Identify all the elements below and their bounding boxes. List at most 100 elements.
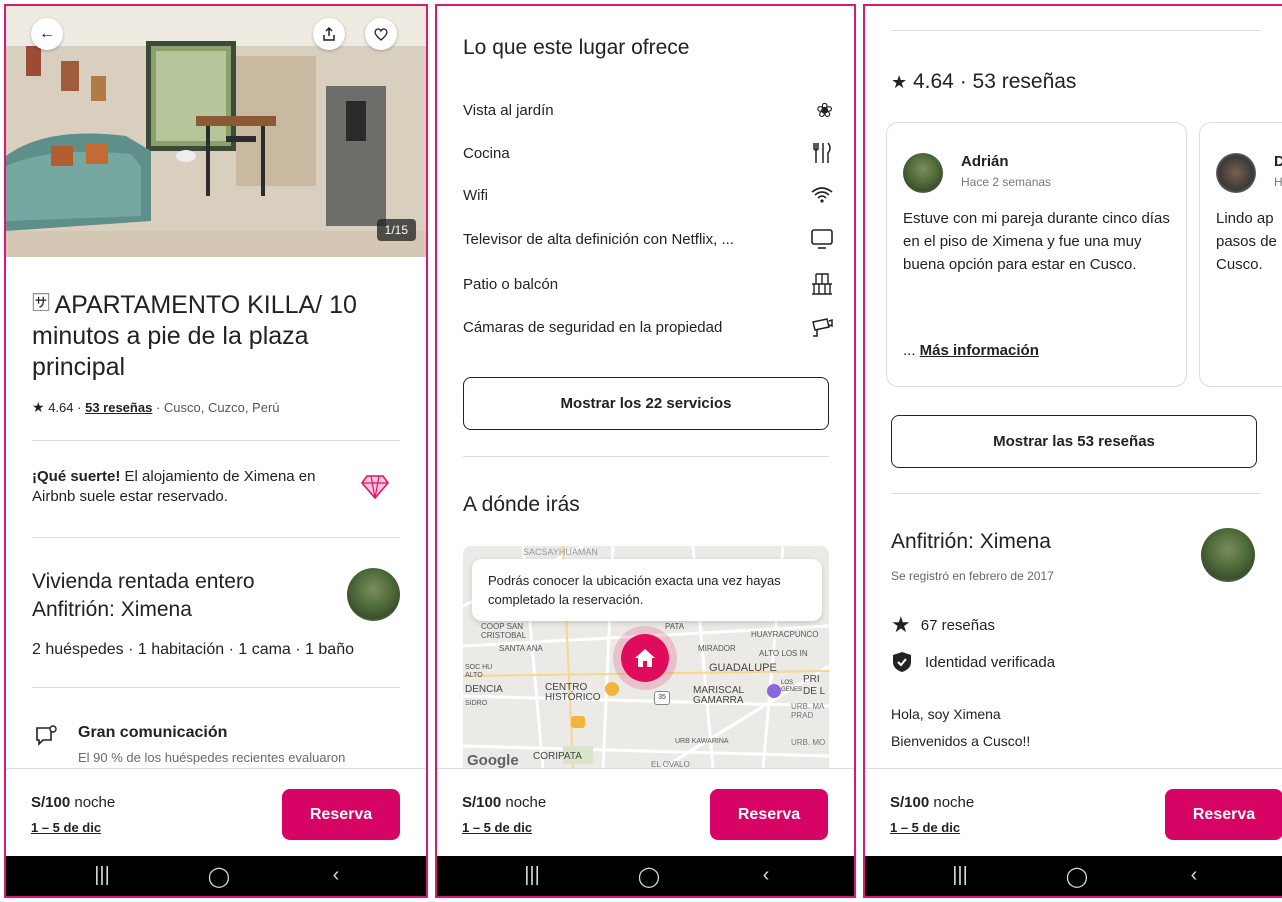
- map-label: SOC HU ALTO: [465, 664, 493, 679]
- dates-link[interactable]: 1 – 5 de dic: [31, 820, 101, 835]
- host-title: Anfitrión: Ximena: [891, 530, 1051, 553]
- map-label: MARISCAL GAMARRA: [693, 685, 744, 706]
- amenity-item: Cocina: [463, 142, 833, 164]
- price-amount: S/100: [462, 794, 502, 811]
- house-icon: [635, 649, 655, 667]
- home-pin[interactable]: [621, 634, 669, 682]
- home-icon[interactable]: ◯: [1062, 864, 1092, 889]
- divider: [891, 493, 1261, 494]
- security-camera-icon: [812, 318, 833, 337]
- location-map[interactable]: SACSAYHUAMAN COOP SAN CRISTOBAL SANTA AN…: [463, 546, 829, 768]
- host-greeting: Hola, soy Ximena: [891, 706, 1001, 722]
- map-poi-icon: [767, 684, 781, 698]
- reviews-host-screen: ★ 4.64 · 53 reseñas Adrián Hace 2 semana…: [863, 4, 1282, 898]
- host-name: Anfitrión: Ximena: [32, 598, 192, 621]
- host-avatar[interactable]: [347, 568, 400, 621]
- photo-counter: 1/15: [376, 219, 416, 241]
- map-label: HUAYRACPUNCO: [751, 630, 819, 639]
- show-all-reviews-button[interactable]: Mostrar las 53 reseñas: [891, 415, 1257, 468]
- price-unit: noche: [70, 794, 116, 811]
- review-more: ... Más información: [903, 342, 1039, 359]
- reserve-button[interactable]: Reserva: [1165, 789, 1282, 840]
- review-more-link[interactable]: Más información: [920, 342, 1039, 359]
- amenity-label: Cocina: [463, 144, 510, 162]
- android-nav-bar: ||| ◯ ‹: [437, 856, 854, 896]
- highlight-text: El 90 % de los huéspedes recientes evalu…: [78, 750, 346, 765]
- map-label: LOS GENES: [781, 680, 803, 693]
- share-button[interactable]: [313, 18, 345, 50]
- dates-link[interactable]: 1 – 5 de dic: [890, 820, 960, 835]
- host-verified: Identidad verificada: [891, 651, 1055, 673]
- listing-title: APARTAMENTO KILLA/ 10 minutos a pie de l…: [32, 291, 357, 381]
- price: S/100 noche: [890, 794, 974, 811]
- luck-title: ¡Qué suerte!: [32, 468, 121, 485]
- amenity-item: Vista al jardín ❀: [463, 98, 833, 123]
- booking-bar: S/100 noche 1 – 5 de dic Reserva: [6, 768, 426, 857]
- reviewer-name: Adrián: [961, 153, 1009, 170]
- map-label: ALTO LOS IN: [759, 649, 808, 658]
- back-nav-icon[interactable]: ‹: [751, 864, 781, 887]
- amenities-screen: Lo que este lugar ofrece Vista al jardín…: [435, 4, 856, 898]
- room-illustration: [6, 6, 426, 257]
- map-label: URB. MA PRAD: [791, 702, 824, 720]
- map-label: SACSAYHUAMAN: [523, 547, 598, 557]
- share-icon: [323, 26, 335, 41]
- amenity-label: Televisor de alta definición con Netflix…: [463, 230, 734, 248]
- highlight-title: Gran comunicación: [78, 724, 228, 741]
- android-nav-bar: ||| ◯ ‹: [865, 856, 1282, 896]
- divider: [463, 456, 829, 457]
- android-nav-bar: ||| ◯ ‹: [6, 856, 426, 896]
- listing-title-block: 🈂 APARTAMENTO KILLA/ 10 minutos a pie de…: [32, 289, 407, 383]
- rating-row: ★ 4.64 · 53 reseñas · Cusco, Cuzco, Perú: [32, 399, 280, 416]
- back-nav-icon[interactable]: ‹: [1179, 864, 1209, 887]
- verified-shield-icon: [893, 652, 911, 672]
- host-since: Se registró en febrero de 2017: [891, 569, 1054, 583]
- amenities-title: Lo que este lugar ofrece: [463, 36, 690, 59]
- reviews-link[interactable]: 53 reseñas: [85, 400, 152, 415]
- review-card[interactable]: D H Lindo ap pasos de Cusco.: [1199, 122, 1282, 387]
- amenity-item: Patio o balcón: [463, 273, 833, 295]
- booking-bar: S/100 noche 1 – 5 de dic Reserva: [865, 768, 1282, 857]
- recent-apps-icon[interactable]: |||: [945, 864, 975, 887]
- garden-view-icon: ❀: [816, 100, 833, 122]
- show-all-amenities-button[interactable]: Mostrar los 22 servicios: [463, 377, 829, 430]
- review-date: Hace 2 semanas: [961, 175, 1052, 189]
- map-label: DE L: [803, 686, 826, 697]
- price-amount: S/100: [31, 794, 71, 811]
- review-more-prefix: ...: [903, 342, 920, 359]
- amenity-label: Patio o balcón: [463, 275, 559, 293]
- review-text: Lindo ap pasos de Cusco.: [1216, 210, 1277, 273]
- verified-label: Identidad verificada: [925, 653, 1056, 671]
- reserve-button[interactable]: Reserva: [282, 789, 400, 840]
- where-title: A dónde irás: [463, 493, 580, 516]
- recent-apps-icon[interactable]: |||: [517, 864, 547, 887]
- dates-link[interactable]: 1 – 5 de dic: [462, 820, 532, 835]
- booking-bar: S/100 noche 1 – 5 de dic Reserva: [437, 768, 854, 857]
- back-button[interactable]: ←: [31, 18, 63, 50]
- kitchen-icon: [813, 142, 831, 163]
- translate-icon[interactable]: 🈂: [32, 293, 50, 313]
- reviews-header: ★ 4.64 · 53 reseñas: [891, 70, 1076, 94]
- google-logo: Google: [467, 752, 519, 768]
- reviewer-name: D: [1274, 153, 1282, 170]
- reserve-button[interactable]: Reserva: [710, 789, 828, 840]
- map-label: CORIPATA: [533, 751, 582, 762]
- reviewer-avatar: [1216, 153, 1256, 193]
- favorite-button[interactable]: [365, 18, 397, 50]
- star-icon: ★: [891, 72, 908, 92]
- review-card[interactable]: Adrián Hace 2 semanas Estuve con mi pare…: [886, 122, 1187, 387]
- listing-photo[interactable]: ← 1/15: [6, 6, 426, 257]
- map-label: MIRADOR: [698, 644, 736, 653]
- divider: [32, 537, 400, 538]
- recent-apps-icon[interactable]: |||: [87, 864, 117, 887]
- amenity-label: Cámaras de seguridad en la propiedad: [463, 318, 723, 336]
- price-unit: noche: [929, 794, 975, 811]
- amenity-item: Wifi: [463, 186, 833, 204]
- reviews-summary: 4.64 · 53 reseñas: [912, 70, 1077, 93]
- home-icon[interactable]: ◯: [634, 864, 664, 889]
- home-type: Vivienda rentada entero: [32, 570, 255, 593]
- home-icon[interactable]: ◯: [204, 864, 234, 889]
- host-avatar[interactable]: [1201, 528, 1255, 582]
- road-shield: 35: [654, 691, 670, 705]
- back-nav-icon[interactable]: ‹: [321, 864, 351, 887]
